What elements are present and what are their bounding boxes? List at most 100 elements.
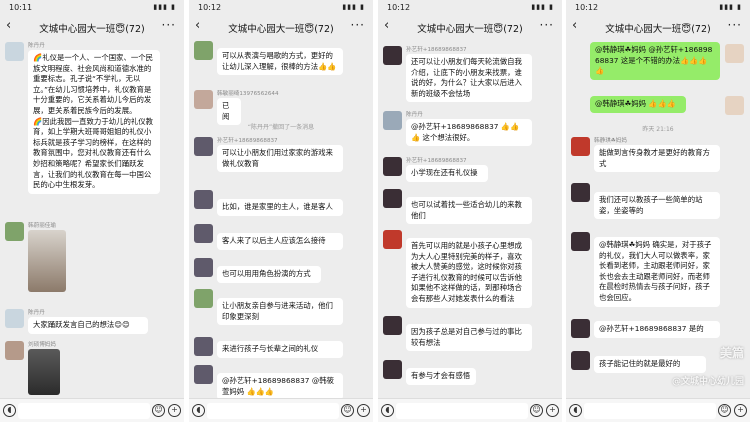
avatar[interactable] (194, 41, 213, 60)
emoji-icon[interactable]: ☺ (341, 404, 354, 417)
emoji-icon[interactable]: ☺ (530, 404, 543, 417)
chat-title: 文城中心园大一班😇(72) (417, 24, 523, 35)
sender-name: 刘硕博妈妈 (28, 342, 56, 348)
avatar[interactable] (383, 230, 402, 249)
message-bubble[interactable]: 因为孩子总是对自己参与过的事比较有想法 (406, 324, 532, 352)
chat-title: 文城中心园大一班😇(72) (228, 24, 334, 35)
message-bubble[interactable]: 孩子能记住的就是最好的 (594, 356, 706, 373)
avatar[interactable] (383, 157, 402, 176)
plus-icon[interactable]: + (357, 404, 370, 417)
voice-icon[interactable]: ◖ (3, 404, 16, 417)
input-bar: ◖ ☺ + (378, 398, 562, 422)
avatar[interactable] (5, 222, 24, 241)
chat-header: ‹ 文城中心园大一班😇(72) ··· (0, 14, 184, 40)
message-bubble[interactable]: 比如，谁是家里的主人，谁是客人 (217, 199, 343, 216)
message-list[interactable]: 孙艺轩+18689868837 还可以让小朋友们每天轮流做自我介绍，让底下的小朋… (378, 40, 562, 398)
message-bubble[interactable]: @孙艺轩+18689868837 是的 (594, 321, 720, 338)
photo-thumbnail[interactable] (28, 349, 60, 395)
avatar[interactable] (571, 319, 590, 338)
status-time: 10:12 (575, 3, 599, 12)
message-bubble-self[interactable]: @韩静琪☘妈妈 👍👍👍 (590, 96, 686, 113)
message-input[interactable] (207, 403, 339, 419)
avatar[interactable] (194, 190, 213, 209)
avatar[interactable] (571, 232, 590, 251)
signal-indicator: ▮▮▮ ▮ (153, 3, 176, 11)
message-input[interactable] (18, 403, 150, 419)
sender-name: 陈丹丹 (28, 310, 45, 316)
message-bubble-self[interactable]: @韩静琪☘妈妈 @孙艺轩+18689868837 这是个不错的办法👍👍👍👍 (590, 42, 720, 80)
sender-name: 韩静琪☘妈妈 (594, 138, 627, 144)
message-bubble[interactable]: 也可以试着找一些适合幼儿的来教他们 (406, 197, 532, 225)
chat-panel-4: 10:12 ▮▮▮ ▮ ‹ 文城中心园大一班😇(72) ··· @韩静琪☘妈妈 @… (566, 0, 750, 422)
avatar[interactable] (194, 224, 213, 243)
message-input[interactable] (584, 403, 716, 419)
message-bubble[interactable]: @孙艺轩+18689868837 @韩筱萱妈妈 👍👍👍 (217, 373, 343, 398)
message-bubble[interactable]: @孙艺轩+18689868837 👍👍👍 这个想法很好。 (406, 119, 532, 147)
chat-panel-2: 10:12 ▮▮▮ ▮ ‹ 文城中心园大一班😇(72) ··· 可以从表演与唱歌的… (189, 0, 373, 422)
voice-icon[interactable]: ◖ (192, 404, 205, 417)
photo-thumbnail[interactable] (28, 230, 66, 292)
avatar[interactable] (194, 90, 213, 109)
avatar[interactable] (5, 309, 24, 328)
message-bubble[interactable]: 大家踊跃发言自己的想法😊😊 (28, 317, 148, 334)
avatar[interactable] (383, 360, 402, 379)
message-bubble[interactable]: 能做到言传身教才是更好的教育方式 (594, 145, 720, 173)
avatar[interactable] (194, 137, 213, 156)
signal-indicator: ▮▮▮ ▮ (719, 3, 742, 11)
message-bubble[interactable]: 🌈礼仪是一个人、一个国家、一个民族文明程度、社会风尚和道德水准的重要标志。孔子说… (28, 50, 160, 194)
timestamp-divider: 昨天 21:16 (642, 126, 674, 133)
avatar[interactable] (383, 46, 402, 65)
avatar[interactable] (5, 341, 24, 360)
message-list[interactable]: 陈丹丹 🌈礼仪是一个人、一个国家、一个民族文明程度、社会风尚和道德水准的重要标志… (0, 40, 184, 398)
avatar[interactable] (194, 258, 213, 277)
status-bar: 10:12 ▮▮▮ ▮ (566, 0, 750, 14)
system-notice: “陈丹丹”撤回了一条消息 (247, 124, 315, 131)
plus-icon[interactable]: + (734, 404, 747, 417)
more-icon[interactable]: ··· (162, 18, 176, 32)
emoji-icon[interactable]: ☺ (152, 404, 165, 417)
more-icon[interactable]: ··· (728, 18, 742, 32)
voice-icon[interactable]: ◖ (569, 404, 582, 417)
avatar[interactable] (383, 316, 402, 335)
avatar-self[interactable] (725, 44, 744, 63)
plus-icon[interactable]: + (168, 404, 181, 417)
emoji-icon[interactable]: ☺ (718, 404, 731, 417)
message-bubble[interactable]: 有参与才会有感悟 (406, 368, 476, 385)
more-icon[interactable]: ··· (351, 18, 365, 32)
avatar[interactable] (571, 137, 590, 156)
more-icon[interactable]: ··· (540, 18, 554, 32)
avatar-self[interactable] (725, 96, 744, 115)
signal-indicator: ▮▮▮ ▮ (531, 3, 554, 11)
message-bubble[interactable]: 客人来了以后主人应该怎么接待 (217, 233, 343, 250)
plus-icon[interactable]: + (546, 404, 559, 417)
avatar[interactable] (383, 189, 402, 208)
message-bubble[interactable]: 也可以用用角色扮演的方式 (217, 266, 321, 283)
message-bubble[interactable]: 我们还可以教孩子一些简单的站姿，坐姿等的 (594, 192, 720, 220)
avatar[interactable] (5, 42, 24, 61)
status-time: 10:12 (198, 3, 222, 12)
message-bubble[interactable]: @韩静琪☘妈妈 确实是，对于孩子的礼仪，我们大人可以做表率，家长看到老师，主动跟… (594, 237, 720, 307)
avatar[interactable] (571, 351, 590, 370)
sender-name: 陈丹丹 (406, 112, 423, 118)
message-bubble[interactable]: 还可以让小朋友们每天轮流做自我介绍，让底下的小朋友来找票，谁说的好，为什么？让大… (406, 54, 532, 103)
message-input[interactable] (396, 403, 528, 419)
avatar[interactable] (194, 337, 213, 356)
status-time: 10:12 (387, 3, 411, 12)
signal-indicator: ▮▮▮ ▮ (342, 3, 365, 11)
chat-header: ‹ 文城中心园大一班😇(72) ··· (378, 14, 562, 40)
message-bubble[interactable]: 首先可以用的就是小孩子心里想成为大人心里特别完美的样子，喜欢被大人赞美的感觉，这… (406, 238, 532, 308)
message-bubble[interactable]: 可以让小朋友们用过家家的游戏来做礼仪教育 (217, 145, 343, 173)
message-bubble[interactable]: 让小朋友亲自参与进来活动，他们印象更深刻 (217, 298, 343, 326)
sender-name: 陈丹丹 (28, 43, 45, 49)
avatar[interactable] (383, 111, 402, 130)
avatar[interactable] (194, 289, 213, 308)
message-list[interactable]: 可以从表演与唱歌的方式，更好的让幼儿深入理解，很棒的方法👍👍 韩敏丽绮13976… (189, 40, 373, 398)
status-time: 10:11 (9, 3, 33, 12)
message-bubble[interactable]: 小学现在还有礼仪操 (406, 165, 488, 182)
input-bar: ◖ ☺ + (566, 398, 750, 422)
message-bubble[interactable]: 来进行孩子与长辈之间的礼仪 (217, 341, 343, 358)
avatar[interactable] (571, 183, 590, 202)
voice-icon[interactable]: ◖ (381, 404, 394, 417)
message-bubble[interactable]: 可以从表演与唱歌的方式，更好的让幼儿深入理解，很棒的方法👍👍 (217, 48, 343, 76)
avatar[interactable] (194, 365, 213, 384)
